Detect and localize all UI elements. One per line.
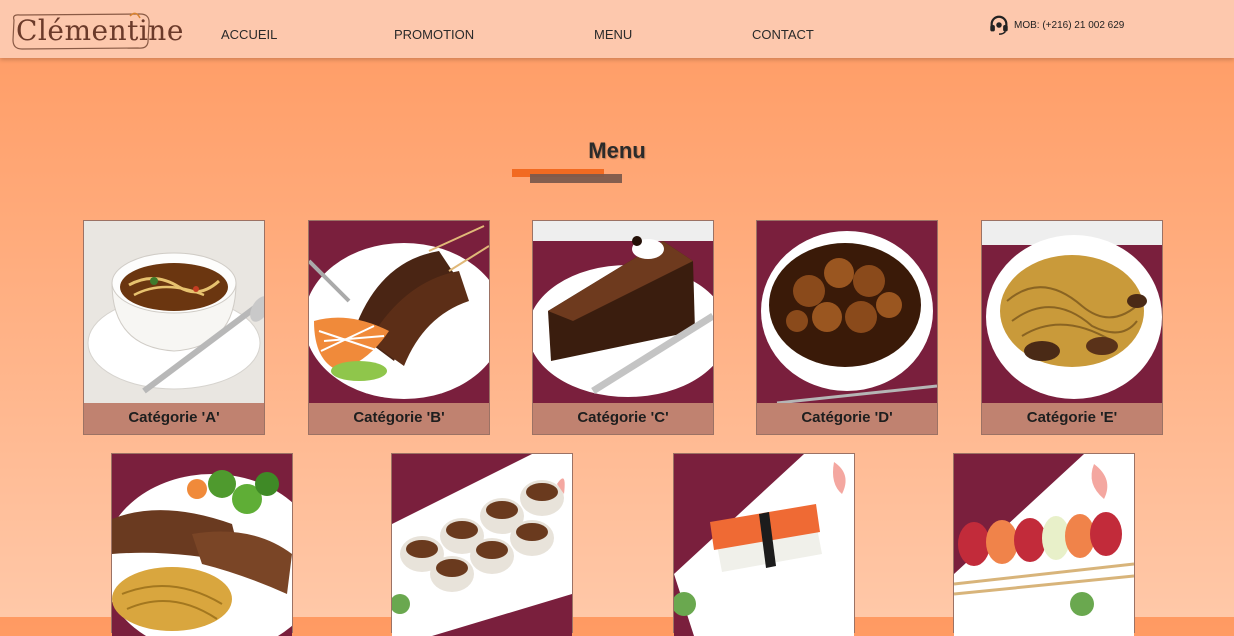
logo[interactable]: Clémentine [10,12,183,50]
category-card-f[interactable] [111,453,293,636]
category-card-a[interactable]: Catégorie 'A' [83,220,265,435]
page-title: Menu [588,138,646,163]
noodles-image [982,221,1162,403]
category-card-c[interactable]: Catégorie 'C' [532,220,714,435]
category-label: Catégorie 'B' [309,403,489,434]
rainbow-roll-image [954,454,1134,636]
nav-accueil[interactable]: ACCUEIL [221,27,277,42]
category-label: Catégorie 'E' [982,403,1162,434]
category-card-e[interactable]: Catégorie 'E' [981,220,1163,435]
nav-menu[interactable]: MENU [594,27,632,42]
logo-text: Clémentine [16,14,184,47]
nav-contact[interactable]: CONTACT [752,27,814,42]
category-label: Catégorie 'C' [533,403,713,434]
sushi-rolls-image [392,454,572,636]
category-label: Catégorie 'A' [84,403,264,434]
nav-promotion[interactable]: PROMOTION [394,27,474,42]
headset-icon [990,15,1008,35]
category-card-g[interactable] [391,453,573,636]
salmon-nigiri-image [674,454,854,636]
category-card-i[interactable] [953,453,1135,636]
soup-image [84,221,264,403]
glazed-chicken-image [757,221,937,403]
category-card-d[interactable]: Catégorie 'D' [756,220,938,435]
top-header: Clémentine ACCUEIL PROMOTION MENU CONTAC… [0,0,1234,58]
steak-noodles-image [112,454,292,636]
beef-skewers-image [309,221,489,403]
category-label: Catégorie 'D' [757,403,937,434]
title-underline-shadow [530,174,622,183]
chocolate-cake-image [533,221,713,403]
category-card-b[interactable]: Catégorie 'B' [308,220,490,435]
category-card-h[interactable] [673,453,855,636]
phone-number: MOB: (+216) 21 002 629 [1014,19,1125,31]
phone-contact[interactable]: MOB: (+216) 21 002 629 [988,13,1124,37]
